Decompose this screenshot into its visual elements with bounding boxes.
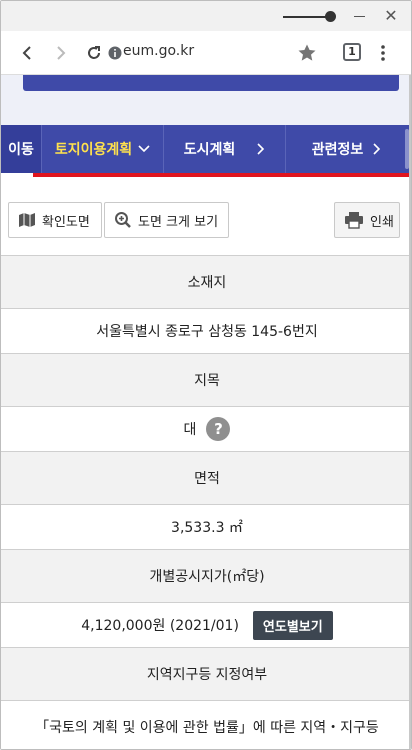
- yearly-view-button[interactable]: 연도별보기: [252, 610, 333, 640]
- land-category-value-row: 대 ?: [1, 407, 411, 452]
- print-label: 인쇄: [370, 214, 394, 230]
- price-value-row: 4,120,000원 (2021/01) 연도별보기: [1, 603, 411, 648]
- page-scrollbar[interactable]: [409, 75, 411, 749]
- zoning-header-label: 지역지구등 지정여부: [146, 667, 268, 683]
- back-button[interactable]: [15, 39, 39, 67]
- browser-toolbar: eum.go.kr 1: [1, 31, 411, 75]
- main-nav: 이동 토지이용계획 도시계획 관련정보: [1, 125, 411, 173]
- nav-related-info-label: 관련정보: [311, 142, 364, 158]
- zoom-slider-track[interactable]: [283, 16, 329, 18]
- chevron-right-icon: [373, 143, 381, 155]
- highlight-underline: [33, 173, 411, 177]
- printer-icon: [345, 212, 363, 229]
- land-category-header-label: 지목: [194, 373, 220, 389]
- area-value-row: 3,533.3 ㎡: [1, 505, 411, 550]
- zoning-value-row: 「국토의 계획 및 이용에 관한 법률」에 따른 지역・지구등: [1, 701, 411, 749]
- reload-button[interactable]: [81, 39, 107, 67]
- land-category-value: 대: [183, 422, 197, 438]
- browser-window: ✕ eum.go.kr 1 이동 토지이용계획 도시계획 관련정보 확인도면 도…: [0, 0, 412, 750]
- minimize-icon[interactable]: [354, 16, 365, 17]
- nav-city-plan-label: 도시계획: [183, 142, 236, 158]
- nav-city-plan[interactable]: 도시계획: [163, 125, 285, 173]
- location-value-row: 서울특별시 종로구 삼청동 145-6번지: [1, 309, 411, 354]
- chevron-right-icon: [257, 143, 265, 155]
- area-header-label: 면적: [194, 471, 220, 487]
- area-value: 3,533.3 ㎡: [171, 520, 243, 536]
- back-arrow-icon: [22, 46, 31, 60]
- chevron-down-icon: [138, 145, 150, 153]
- nav-move-label: 이동: [8, 142, 34, 158]
- land-category-header: 지목: [1, 354, 411, 407]
- location-header-label: 소재지: [187, 275, 227, 291]
- price-header: 개별공시지가(㎡당): [1, 550, 411, 603]
- reload-icon: [88, 46, 100, 59]
- search-bar-edge: [23, 75, 399, 91]
- tab-count-button[interactable]: 1: [343, 43, 361, 61]
- nav-land-use-plan[interactable]: 토지이용계획: [41, 125, 163, 173]
- confirm-map-button[interactable]: 확인도면: [8, 202, 102, 238]
- zoom-slider-knob[interactable]: [325, 11, 336, 22]
- location-value: 서울특별시 종로구 삼청동 145-6번지: [96, 324, 318, 340]
- enlarge-map-label: 도면 크게 보기: [138, 214, 219, 230]
- address-bar[interactable]: eum.go.kr: [123, 43, 194, 59]
- zoning-header: 지역지구등 지정여부: [1, 648, 411, 701]
- forward-button[interactable]: [49, 39, 73, 67]
- site-info-icon[interactable]: [107, 39, 123, 67]
- nav-move[interactable]: 이동: [1, 125, 41, 173]
- nav-related-info[interactable]: 관련정보: [285, 125, 407, 173]
- close-icon[interactable]: ✕: [382, 6, 400, 26]
- bookmark-star-icon[interactable]: [295, 39, 319, 67]
- area-header: 면적: [1, 452, 411, 505]
- print-button[interactable]: 인쇄: [334, 202, 400, 238]
- zoom-in-icon: [115, 212, 131, 228]
- help-icon[interactable]: ?: [206, 417, 231, 441]
- land-info-table: 소재지 서울특별시 종로구 삼청동 145-6번지 지목 대 ? 면적 3,53…: [1, 255, 411, 749]
- page-content: 이동 토지이용계획 도시계획 관련정보 확인도면 도면 크게 보기 인쇄 소재지…: [1, 75, 411, 749]
- nav-land-use-label: 토지이용계획: [54, 142, 133, 158]
- confirm-map-label: 확인도면: [42, 214, 90, 230]
- title-bar: ✕: [1, 1, 411, 31]
- forward-arrow-icon: [57, 46, 66, 60]
- price-header-label: 개별공시지가(㎡당): [149, 569, 265, 585]
- map-icon: [19, 213, 35, 227]
- enlarge-map-button[interactable]: 도면 크게 보기: [104, 202, 229, 238]
- zoning-value: 「국토의 계획 및 이용에 관한 법률」에 따른 지역・지구등: [35, 719, 379, 736]
- menu-dots-icon[interactable]: [375, 39, 391, 67]
- location-header: 소재지: [1, 256, 411, 309]
- price-value: 4,120,000원 (2021/01): [81, 618, 239, 634]
